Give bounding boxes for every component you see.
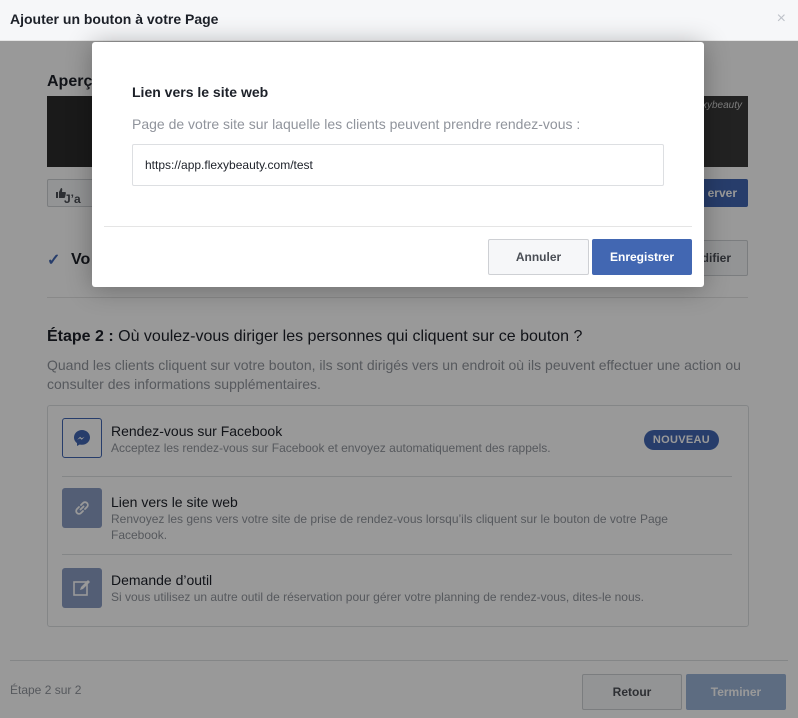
website-url-input[interactable] <box>132 144 664 186</box>
save-button[interactable]: Enregistrer <box>592 239 692 275</box>
cancel-button[interactable]: Annuler <box>488 239 589 275</box>
dialog-header: Ajouter un bouton à votre Page × <box>0 0 798 41</box>
modal-divider <box>104 226 692 227</box>
add-button-dialog: Ajouter un bouton à votre Page × Aperç f… <box>0 0 798 718</box>
website-link-modal: Lien vers le site web Page de votre site… <box>92 42 704 287</box>
modal-title: Lien vers le site web <box>132 84 269 100</box>
close-icon[interactable]: × <box>777 10 786 28</box>
dialog-title: Ajouter un bouton à votre Page <box>10 11 219 27</box>
modal-subtitle: Page de votre site sur laquelle les clie… <box>132 116 581 132</box>
